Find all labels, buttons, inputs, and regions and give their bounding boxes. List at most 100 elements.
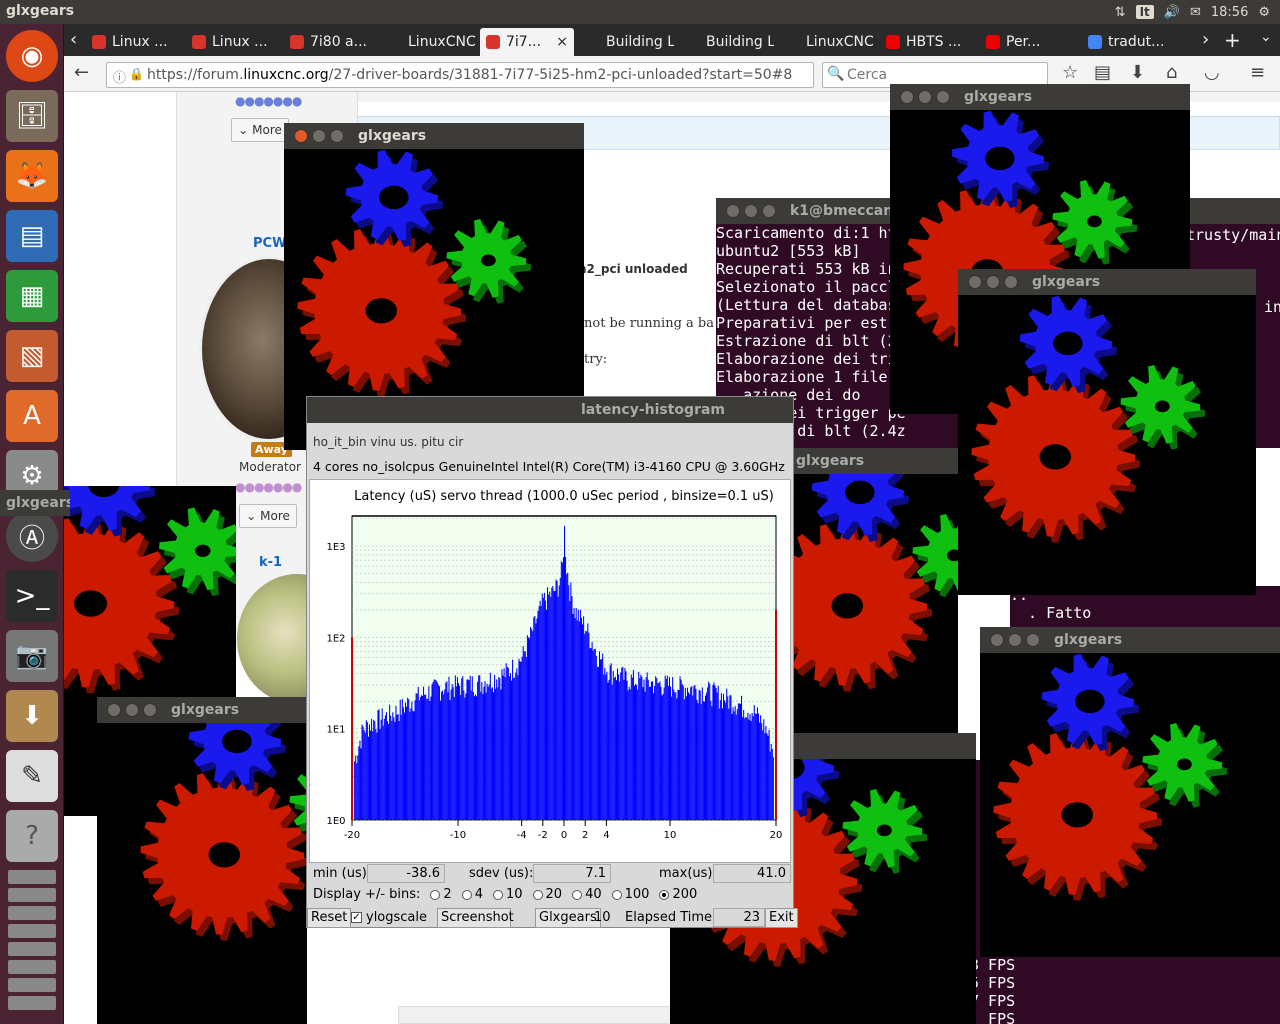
maximize-icon[interactable] — [143, 703, 157, 717]
pocket-icon[interactable]: ◡ — [1204, 62, 1220, 83]
glxgears-button[interactable]: Glxgears — [535, 908, 601, 928]
menu-icon[interactable]: ≡ — [1250, 62, 1265, 83]
stacked-launcher-icon[interactable] — [8, 942, 56, 956]
network-icon[interactable]: ⇅ — [1115, 5, 1126, 20]
bins-radio-2[interactable] — [430, 889, 441, 900]
info-icon[interactable]: ⓘ — [113, 67, 126, 86]
glxgears-titlebar[interactable]: glxgears — [958, 269, 1256, 295]
minimize-icon[interactable] — [1008, 633, 1022, 647]
tab[interactable]: Building L... — [580, 28, 674, 56]
maximize-icon[interactable] — [1004, 275, 1018, 289]
stacked-launcher-icon[interactable] — [8, 978, 56, 992]
tab[interactable]: 7i80 a... — [284, 28, 378, 56]
volume-icon[interactable]: 🔊 — [1164, 5, 1180, 20]
power-gear-icon[interactable]: ⚙ — [1258, 5, 1270, 20]
bins-radio-40[interactable] — [572, 889, 583, 900]
glxgears-titlebar[interactable]: glxgears — [284, 123, 584, 149]
writer-icon[interactable]: ▤ — [6, 210, 58, 262]
tab-list-chevron-icon[interactable]: ⌄ — [1260, 29, 1272, 45]
impress-icon[interactable]: ▧ — [6, 330, 58, 382]
bookmark-star-icon[interactable]: ☆ — [1062, 62, 1078, 83]
close-icon[interactable] — [294, 129, 308, 143]
home-icon[interactable]: ⌂ — [1166, 62, 1177, 83]
glxgears-window[interactable]: glxgears — [97, 697, 307, 1024]
histogram-titlebar[interactable]: latency-histogram — [307, 397, 793, 423]
glxgears-titlebar[interactable]: glxgears — [790, 448, 958, 474]
glxgears-window[interactable] — [790, 448, 958, 748]
downloads-icon[interactable]: ⬇ — [1130, 62, 1145, 83]
tab[interactable]: tradut... — [1082, 28, 1178, 56]
software-center-icon[interactable]: A — [6, 390, 58, 442]
bins-radio-200[interactable] — [659, 889, 670, 900]
bins-radio-20[interactable] — [532, 889, 543, 900]
maximize-icon[interactable] — [330, 129, 344, 143]
glxgears-titlebar[interactable]: glxgears — [980, 627, 1280, 653]
bins-radio-4[interactable] — [461, 889, 472, 900]
ylogscale-checkbox[interactable]: ✓ ylogscale — [351, 910, 427, 925]
help-icon[interactable]: ? — [6, 810, 58, 862]
text-editor-icon[interactable]: ✎ — [6, 750, 58, 802]
glxgears-titlebar[interactable]: glxgears — [0, 490, 70, 516]
stacked-launcher-icon[interactable] — [8, 870, 56, 884]
close-tab-icon[interactable]: × — [556, 34, 568, 50]
minimize-icon[interactable] — [986, 275, 1000, 289]
tab[interactable]: Linux ... — [186, 28, 280, 56]
tab[interactable]: Per... — [980, 28, 1074, 56]
tab[interactable]: LinuxCNC... — [780, 28, 874, 56]
close-icon[interactable] — [107, 703, 121, 717]
more-button[interactable]: ⌄ More — [239, 504, 297, 528]
bins-radio-100[interactable] — [611, 889, 622, 900]
close-icon[interactable] — [990, 633, 1004, 647]
reset-button[interactable]: Reset — [307, 908, 352, 928]
ubuntu-dash-icon[interactable]: ◉ — [6, 30, 58, 82]
back-icon[interactable]: ← — [74, 62, 89, 83]
url-bar[interactable]: ⓘ 🔒 https://forum.linuxcnc.org/27-driver… — [106, 62, 814, 88]
maximize-icon[interactable] — [936, 90, 950, 104]
stacked-launcher-icon[interactable] — [8, 888, 56, 902]
tab[interactable]: 7i7... × — [480, 28, 574, 56]
glxgears-window[interactable]: glxgears — [980, 627, 1280, 957]
glxgears-titlebar[interactable]: glxgears — [97, 697, 307, 723]
screenshot-button[interactable]: Screenshot — [437, 908, 514, 928]
tab[interactable]: HBTS ... — [880, 28, 976, 56]
stacked-launcher-icon[interactable] — [8, 906, 56, 920]
exit-button[interactable]: Exit — [765, 908, 798, 928]
bins-radio-10[interactable] — [492, 889, 503, 900]
latency-histogram-window[interactable]: latency-histogram ho_it_bin vinu us. pit… — [306, 396, 798, 928]
mail-icon[interactable]: ✉ — [1190, 5, 1201, 20]
maximize-icon[interactable] — [1026, 633, 1040, 647]
minimize-icon[interactable] — [125, 703, 139, 717]
tab[interactable]: Linux ... — [86, 28, 182, 56]
stacked-launcher-icon[interactable] — [8, 960, 56, 974]
updater-icon[interactable]: Ⓐ — [6, 510, 58, 562]
maximize-icon[interactable] — [762, 204, 776, 218]
glxgears-window[interactable]: glxgears — [958, 269, 1256, 595]
minimize-icon[interactable] — [918, 90, 932, 104]
username-k1[interactable]: k-1 — [259, 555, 282, 570]
tab-scroll-left-icon[interactable]: ‹ — [70, 29, 77, 50]
reading-list-icon[interactable]: ▤ — [1094, 62, 1111, 83]
checkbox-checked-icon[interactable]: ✓ — [351, 912, 362, 923]
tab-scroll-right-icon[interactable]: › — [1202, 29, 1209, 50]
firefox-icon[interactable]: 🦊 — [6, 150, 58, 202]
clock[interactable]: 18:56 — [1211, 5, 1248, 20]
archive-icon[interactable]: ⬇ — [6, 690, 58, 742]
username-pcw[interactable]: PCW — [253, 236, 286, 251]
tab[interactable]: Building L... — [680, 28, 774, 56]
minimize-icon[interactable] — [312, 129, 326, 143]
close-icon[interactable] — [900, 90, 914, 104]
minimize-icon[interactable] — [744, 204, 758, 218]
trash-icon[interactable] — [8, 996, 56, 1010]
files-icon[interactable]: 🗄 — [6, 90, 58, 142]
tab[interactable]: LinuxCNC... — [382, 28, 476, 56]
new-tab-icon[interactable]: + — [1224, 28, 1241, 52]
terminal-icon[interactable]: >_ — [6, 570, 58, 622]
camera-icon[interactable]: 📷 — [6, 630, 58, 682]
more-button[interactable]: ⌄ More — [231, 118, 289, 142]
keyboard-layout-indicator[interactable]: It — [1135, 5, 1154, 19]
stacked-launcher-icon[interactable] — [8, 924, 56, 938]
glxgears-titlebar[interactable]: glxgears — [890, 84, 1190, 110]
close-icon[interactable] — [968, 275, 982, 289]
calc-icon[interactable]: ▦ — [6, 270, 58, 322]
close-icon[interactable] — [726, 204, 740, 218]
